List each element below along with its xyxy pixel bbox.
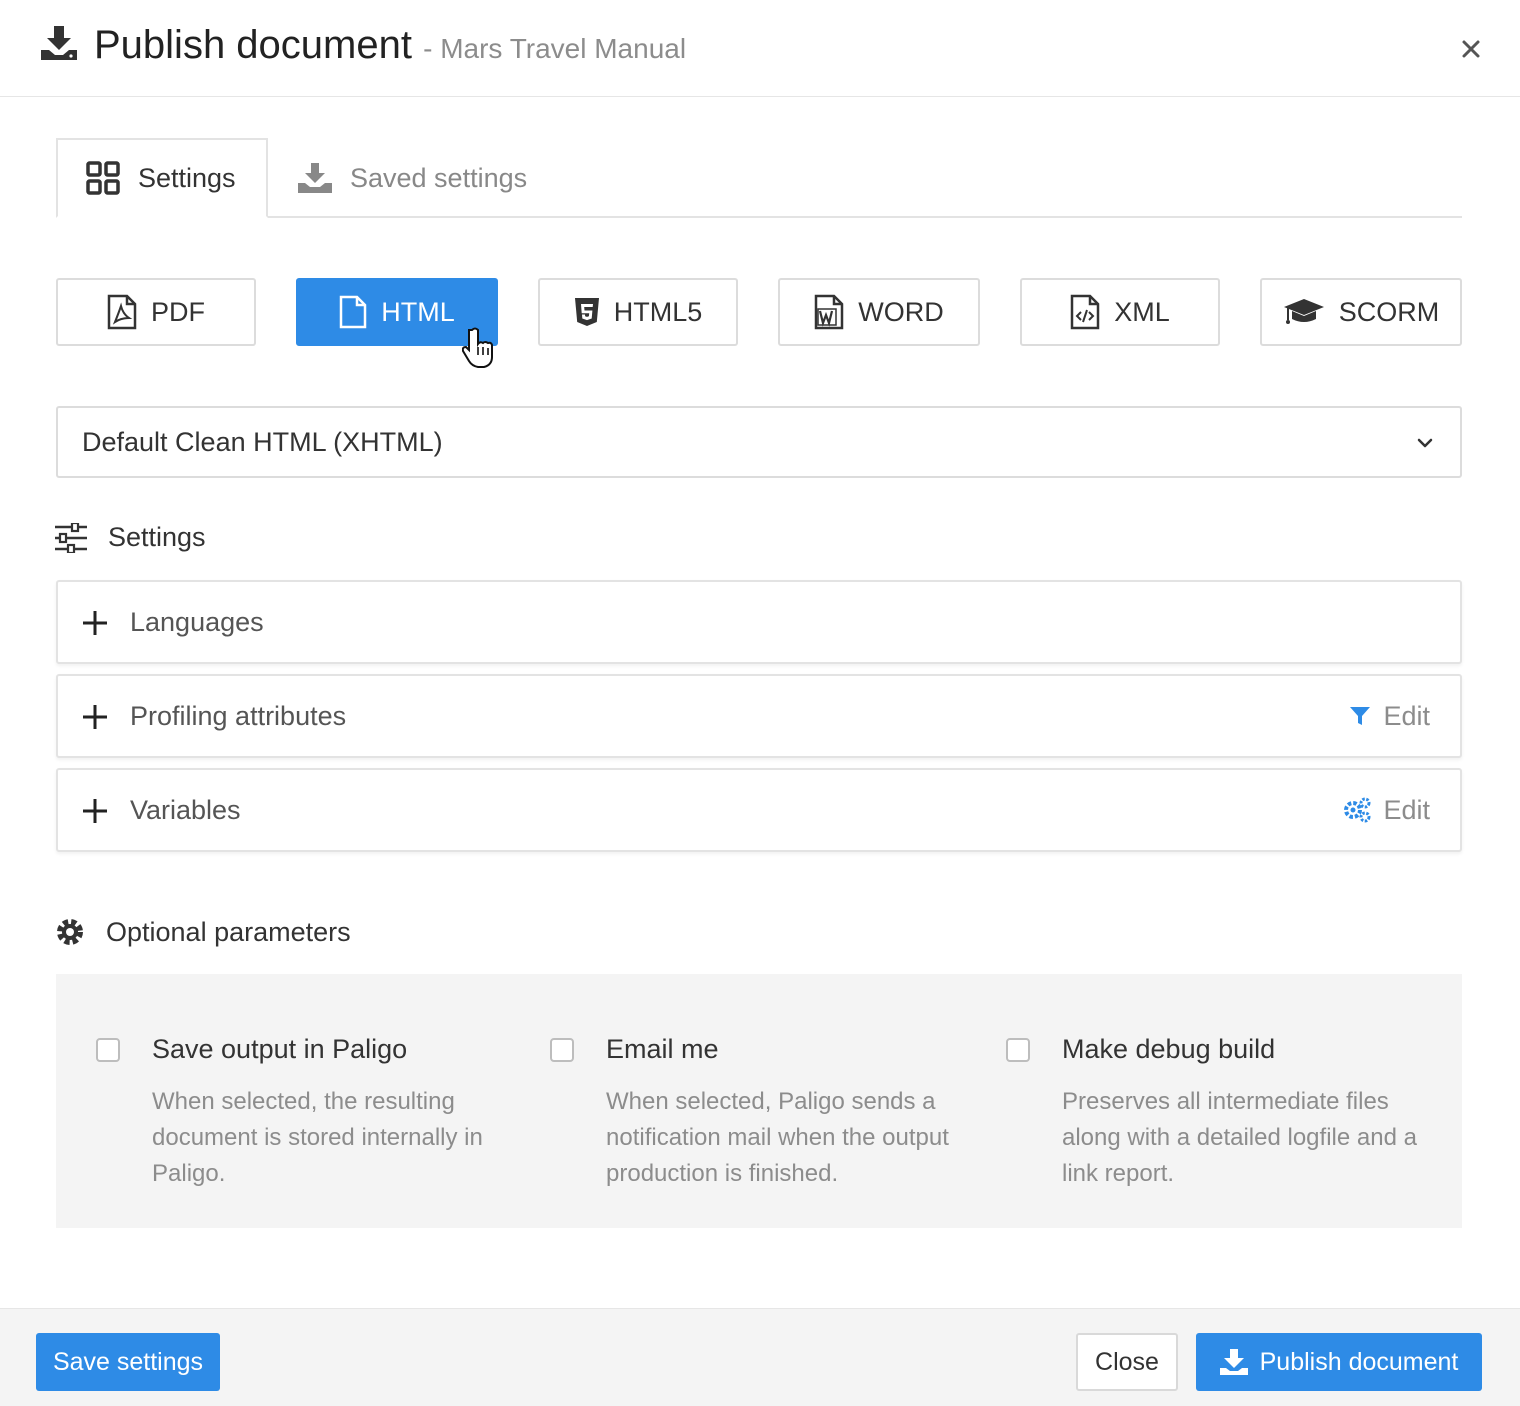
optional-parameters-heading: Optional parameters <box>54 916 351 948</box>
format-scorm-label: SCORM <box>1338 296 1440 327</box>
accordion-languages[interactable]: Languages <box>56 580 1462 664</box>
accordion-variables-label: Variables <box>130 794 241 825</box>
tab-settings-label: Settings <box>138 162 236 193</box>
close-button-label: Close <box>1095 1347 1159 1376</box>
format-xml-label: XML <box>1114 296 1170 327</box>
document-name: - Mars Travel Manual <box>423 33 687 64</box>
download-icon <box>41 26 77 60</box>
format-scorm-button[interactable]: SCORM <box>1260 278 1462 346</box>
publish-document-label: Publish document <box>1259 1347 1459 1376</box>
hand-cursor-icon <box>462 327 493 368</box>
gear-icon <box>57 919 83 945</box>
accordion-profiling-label: Profiling attributes <box>130 700 347 731</box>
optional-parameters-panel: Save output in Paligo When selected, the… <box>56 974 1462 1228</box>
graduation-cap-icon <box>1283 299 1324 324</box>
close-button[interactable]: Close <box>1076 1333 1178 1391</box>
optional-parameters-title: Optional parameters <box>106 916 351 947</box>
layout-select[interactable]: Default Clean HTML (XHTML) <box>56 406 1462 478</box>
email-me-description: When selected, Paligo sends a notificati… <box>606 1088 949 1187</box>
format-html5-label: HTML5 <box>613 296 703 327</box>
format-pdf-button[interactable]: PDF <box>56 278 256 346</box>
tab-bar: Settings Saved settings <box>56 138 1462 218</box>
debug-build-description: Preserves all intermediate files along w… <box>1062 1088 1417 1187</box>
format-xml-button[interactable]: XML <box>1020 278 1220 346</box>
profiling-edit-label: Edit <box>1383 700 1430 731</box>
accordion-languages-label: Languages <box>130 606 264 637</box>
sliders-icon <box>55 522 87 553</box>
debug-build-title: Make debug build <box>1062 1034 1276 1064</box>
email-me-checkbox[interactable] <box>550 1038 574 1062</box>
save-settings-label: Save settings <box>52 1347 204 1376</box>
format-html5-button[interactable]: HTML5 <box>538 278 738 346</box>
save-settings-button[interactable]: Save settings <box>36 1333 220 1391</box>
dialog-header: Publish document - Mars Travel Manual <box>0 0 1520 97</box>
dialog-title-text: Publish document <box>94 23 412 67</box>
html5-icon <box>574 298 599 326</box>
gears-icon <box>1344 797 1371 823</box>
variables-edit-label: Edit <box>1383 794 1430 825</box>
tab-settings[interactable]: Settings <box>56 138 268 218</box>
pdf-file-icon <box>107 294 137 330</box>
layout-select-value: Default Clean HTML (XHTML) <box>82 426 443 457</box>
download-tray-icon <box>298 163 332 193</box>
download-icon <box>1219 1349 1248 1375</box>
tab-saved-settings[interactable]: Saved settings <box>298 138 527 218</box>
profiling-edit-link[interactable]: Edit <box>1349 701 1430 732</box>
save-output-description: When selected, the resulting document is… <box>152 1088 483 1187</box>
dialog-footer: Save settings Close Publish document <box>0 1308 1520 1406</box>
save-output-title: Save output in Paligo <box>152 1034 408 1064</box>
publish-document-button[interactable]: Publish document <box>1196 1333 1482 1391</box>
accordion-variables[interactable]: Variables Edit <box>56 768 1462 852</box>
output-format-group: PDF HTML HTML5 WORD XML SCORM <box>56 278 1462 346</box>
close-icon[interactable] <box>1458 36 1484 62</box>
plus-icon <box>83 705 107 729</box>
format-html-label: HTML <box>381 296 455 327</box>
email-me-title: Email me <box>606 1034 719 1064</box>
format-word-button[interactable]: WORD <box>778 278 980 346</box>
filter-icon <box>1350 707 1371 725</box>
variables-edit-link[interactable]: Edit <box>1343 795 1430 826</box>
debug-build-checkbox[interactable] <box>1006 1038 1030 1062</box>
format-pdf-label: PDF <box>151 296 205 327</box>
tab-saved-settings-label: Saved settings <box>350 162 528 193</box>
format-word-label: WORD <box>858 296 944 327</box>
settings-section-title: Settings <box>108 522 206 552</box>
chevron-down-icon <box>1417 438 1433 448</box>
settings-section-heading: Settings <box>54 522 206 553</box>
save-output-checkbox[interactable] <box>96 1038 120 1062</box>
accordion-profiling-attributes[interactable]: Profiling attributes Edit <box>56 674 1462 758</box>
file-icon <box>340 295 367 329</box>
plus-icon <box>83 799 107 823</box>
word-file-icon <box>815 294 844 330</box>
code-file-icon <box>1070 294 1100 330</box>
grid-icon <box>86 161 120 195</box>
plus-icon <box>83 611 107 635</box>
dialog-title: Publish document - Mars Travel Manual <box>94 20 686 74</box>
